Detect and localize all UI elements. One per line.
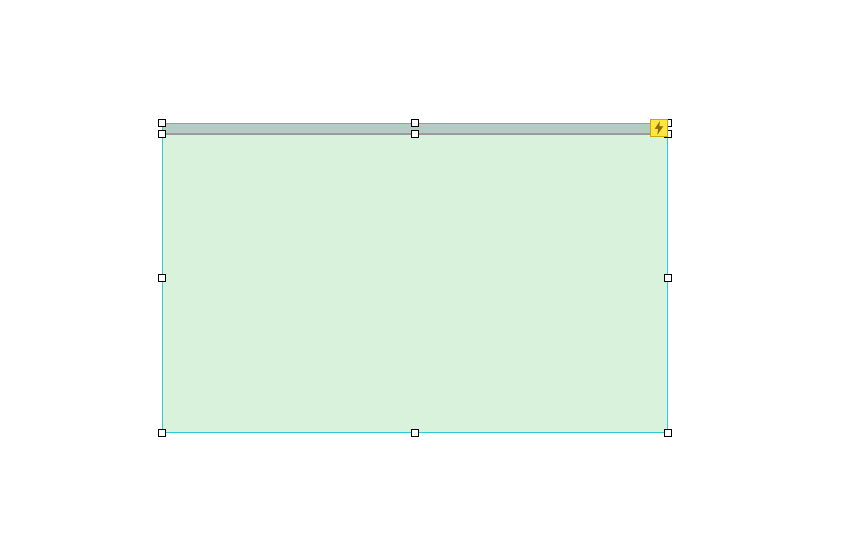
selection-handle-outer-panel-s[interactable] (411, 429, 419, 437)
selection-handle-outer-panel-se[interactable] (664, 429, 672, 437)
selection-handle-top-bar-n[interactable] (411, 119, 419, 127)
panel-object[interactable] (162, 123, 668, 433)
selection-handle-outer-panel-sw[interactable] (158, 429, 166, 437)
selection-handle-top-bar-s[interactable] (411, 130, 419, 138)
selection-handle-outer-panel-e[interactable] (664, 274, 672, 282)
selection-handle-top-bar-sw[interactable] (158, 130, 166, 138)
selection-handle-outer-panel-w[interactable] (158, 274, 166, 282)
selection-handle-top-bar-nw[interactable] (158, 119, 166, 127)
lightning-actions-badge[interactable] (650, 119, 668, 137)
lightning-icon (654, 121, 664, 135)
design-canvas[interactable] (0, 0, 860, 536)
